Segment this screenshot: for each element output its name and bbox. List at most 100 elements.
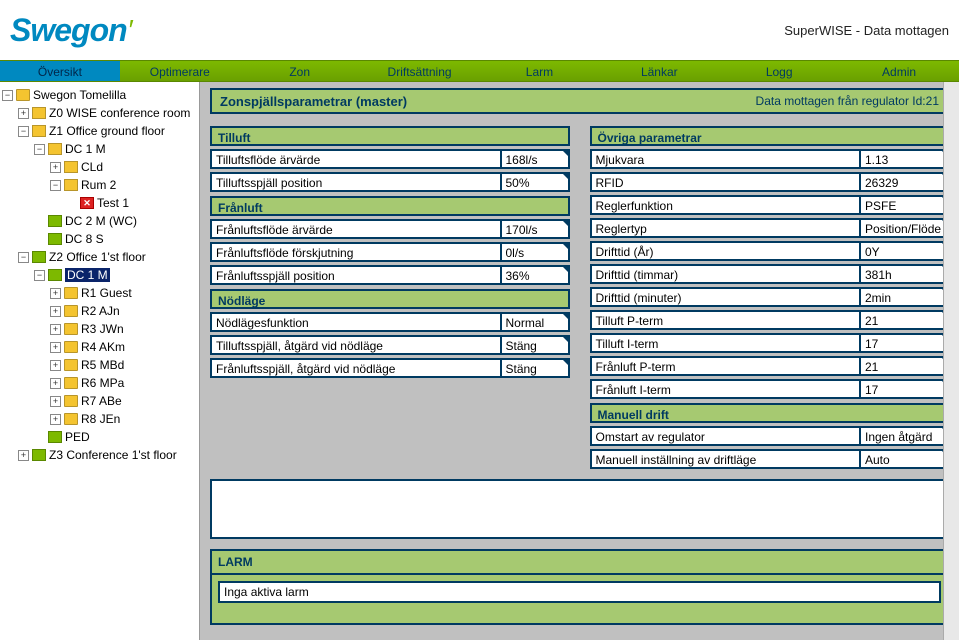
- tree-label[interactable]: R6 MPa: [81, 376, 124, 390]
- collapse-icon[interactable]: −: [18, 126, 29, 137]
- expand-icon[interactable]: +: [50, 342, 61, 353]
- param-value[interactable]: 168l/s: [502, 149, 570, 169]
- tree-node[interactable]: + R3 JWn: [2, 320, 197, 338]
- tree-label[interactable]: R7 ABe: [81, 394, 122, 408]
- nav-översikt[interactable]: Översikt: [0, 61, 120, 81]
- tree-label[interactable]: DC 2 M (WC): [65, 214, 137, 228]
- tree-label[interactable]: Z0 WISE conference room: [49, 106, 190, 120]
- tree-label[interactable]: Z1 Office ground floor: [49, 124, 165, 138]
- tree-label[interactable]: DC 8 S: [65, 232, 104, 246]
- param-value[interactable]: 17: [861, 379, 949, 399]
- nav-logg[interactable]: Logg: [719, 61, 839, 81]
- green-icon: [48, 233, 62, 245]
- expand-icon[interactable]: +: [18, 108, 29, 119]
- scrollbar[interactable]: [943, 82, 959, 640]
- tree-node[interactable]: PED: [2, 428, 197, 446]
- param-value[interactable]: 50%: [502, 172, 570, 192]
- tree-node[interactable]: − Rum 2: [2, 176, 197, 194]
- param-value[interactable]: Position/Flöde: [861, 218, 949, 238]
- expand-icon[interactable]: +: [50, 162, 61, 173]
- tree-node[interactable]: + Z0 WISE conference room: [2, 104, 197, 122]
- param-value[interactable]: 1.13: [861, 149, 949, 169]
- param-value[interactable]: 0Y: [861, 241, 949, 261]
- param-value[interactable]: 17: [861, 333, 949, 353]
- param-value[interactable]: Ingen åtgärd: [861, 426, 949, 446]
- tree-node[interactable]: DC 8 S: [2, 230, 197, 248]
- param-row: Frånluft P-term21: [590, 356, 950, 376]
- expand-icon[interactable]: +: [50, 396, 61, 407]
- nav-admin[interactable]: Admin: [839, 61, 959, 81]
- tree-label[interactable]: DC 1 M: [65, 268, 110, 282]
- green-icon: [48, 269, 62, 281]
- param-value[interactable]: Stäng: [502, 335, 570, 355]
- tree-label[interactable]: Rum 2: [81, 178, 116, 192]
- tree-node[interactable]: − Swegon Tomelilla: [2, 86, 197, 104]
- tree-label[interactable]: Swegon Tomelilla: [33, 88, 126, 102]
- collapse-icon[interactable]: −: [34, 144, 45, 155]
- tree-label[interactable]: Z3 Conference 1'st floor: [49, 448, 177, 462]
- tree-node[interactable]: − DC 1 M: [2, 140, 197, 158]
- nav-larm[interactable]: Larm: [480, 61, 600, 81]
- tree-label[interactable]: R4 AKm: [81, 340, 125, 354]
- collapse-icon[interactable]: −: [2, 90, 13, 101]
- collapse-icon[interactable]: −: [50, 180, 61, 191]
- tree-node[interactable]: + R5 MBd: [2, 356, 197, 374]
- expand-icon[interactable]: +: [18, 450, 29, 461]
- param-label: Frånluftsspjäll position: [210, 265, 502, 285]
- param-value[interactable]: 0l/s: [502, 242, 570, 262]
- expand-icon[interactable]: +: [50, 288, 61, 299]
- tree-label[interactable]: R5 MBd: [81, 358, 124, 372]
- tree-node[interactable]: + R8 JEn: [2, 410, 197, 428]
- param-label: Drifttid (timmar): [590, 264, 862, 284]
- tree-label[interactable]: R1 Guest: [81, 286, 132, 300]
- tree-node[interactable]: + R1 Guest: [2, 284, 197, 302]
- tree-label[interactable]: PED: [65, 430, 90, 444]
- logo-accent-icon: ′: [129, 14, 134, 46]
- param-row: ReglerfunktionPSFE: [590, 195, 950, 215]
- sidebar-tree[interactable]: − Swegon Tomelilla + Z0 WISE conference roo…: [0, 82, 200, 640]
- tree-label[interactable]: R3 JWn: [81, 322, 124, 336]
- tree-label[interactable]: CLd: [81, 160, 103, 174]
- header-status: SuperWISE - Data mottagen: [784, 23, 949, 38]
- param-value[interactable]: Auto: [861, 449, 949, 469]
- tree-node[interactable]: + R7 ABe: [2, 392, 197, 410]
- nav-optimerare[interactable]: Optimerare: [120, 61, 240, 81]
- tree-node[interactable]: − DC 1 M: [2, 266, 197, 284]
- expand-icon[interactable]: +: [50, 324, 61, 335]
- param-value[interactable]: 21: [861, 356, 949, 376]
- param-label: Mjukvara: [590, 149, 862, 169]
- param-value[interactable]: 2min: [861, 287, 949, 307]
- tree-label[interactable]: DC 1 M: [65, 142, 106, 156]
- expand-icon[interactable]: +: [50, 360, 61, 371]
- tree-label[interactable]: R8 JEn: [81, 412, 120, 426]
- tree-label[interactable]: R2 AJn: [81, 304, 120, 318]
- expand-icon[interactable]: +: [50, 378, 61, 389]
- tree-node[interactable]: + Z3 Conference 1'st floor: [2, 446, 197, 464]
- param-value[interactable]: Normal: [502, 312, 570, 332]
- param-value[interactable]: Stäng: [502, 358, 570, 378]
- expand-icon[interactable]: +: [50, 306, 61, 317]
- collapse-icon[interactable]: −: [34, 270, 45, 281]
- tree-node[interactable]: + R6 MPa: [2, 374, 197, 392]
- tree-node[interactable]: + CLd: [2, 158, 197, 176]
- param-value[interactable]: 21: [861, 310, 949, 330]
- tree-label[interactable]: Test 1: [97, 196, 129, 210]
- tree-node[interactable]: + R4 AKm: [2, 338, 197, 356]
- param-value[interactable]: 36%: [502, 265, 570, 285]
- param-value[interactable]: 381h: [861, 264, 949, 284]
- tree-label[interactable]: Z2 Office 1'st floor: [49, 250, 146, 264]
- tree-node[interactable]: ✕Test 1: [2, 194, 197, 212]
- param-value[interactable]: 26329: [861, 172, 949, 192]
- nav-driftsättning[interactable]: Driftsättning: [360, 61, 480, 81]
- nav-zon[interactable]: Zon: [240, 61, 360, 81]
- nav-länkar[interactable]: Länkar: [599, 61, 719, 81]
- collapse-icon[interactable]: −: [18, 252, 29, 263]
- tree-node[interactable]: DC 2 M (WC): [2, 212, 197, 230]
- param-value[interactable]: PSFE: [861, 195, 949, 215]
- expand-icon[interactable]: +: [50, 414, 61, 425]
- param-label: Manuell inställning av driftläge: [590, 449, 862, 469]
- tree-node[interactable]: − Z1 Office ground floor: [2, 122, 197, 140]
- tree-node[interactable]: + R2 AJn: [2, 302, 197, 320]
- param-value[interactable]: 170l/s: [502, 219, 570, 239]
- tree-node[interactable]: − Z2 Office 1'st floor: [2, 248, 197, 266]
